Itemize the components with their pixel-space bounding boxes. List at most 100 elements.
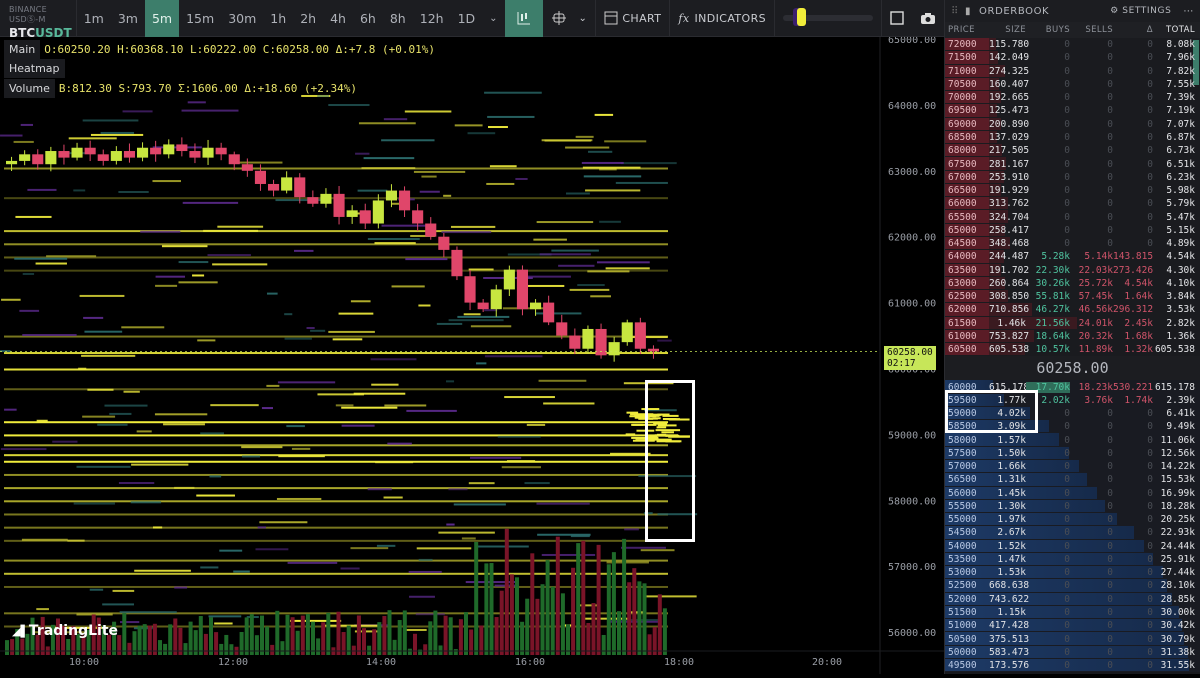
bid-row[interactable]: 52000 743.622 0 0 0 28.85k: [945, 592, 1200, 606]
volume-bar: [622, 538, 627, 655]
heatmap-segment: [515, 177, 528, 180]
ask-row[interactable]: 63000 260.864 30.26k 25.72k 4.54k 4.10k: [945, 276, 1200, 291]
bid-row[interactable]: 50500 375.513 0 0 0 30.79k: [945, 632, 1200, 646]
timeframe-30m[interactable]: 30m: [221, 0, 263, 37]
ask-row[interactable]: 65000 258.417 0 0 0 5.15k: [945, 223, 1200, 237]
column-header-5[interactable]: TOTAL: [1153, 25, 1195, 35]
delta-cell: 0: [1147, 567, 1153, 579]
heatmap-segment: [118, 481, 155, 484]
ask-row[interactable]: 69000 200.890 0 0 0 7.07k: [945, 117, 1200, 131]
bid-row[interactable]: 53000 1.53k 0 0 0 27.44k: [945, 566, 1200, 580]
timeframe-1m[interactable]: 1m: [77, 0, 111, 37]
timeframe-4h[interactable]: 4h: [323, 0, 353, 37]
ask-row[interactable]: 68000 217.505 0 0 0 6.73k: [945, 144, 1200, 158]
ask-row[interactable]: 66000 313.762 0 0 0 5.79k: [945, 197, 1200, 211]
ask-row[interactable]: 68500 137.029 0 0 0 6.87k: [945, 130, 1200, 145]
timeframe-1D[interactable]: 1D: [451, 0, 483, 37]
price-cell: 66500: [948, 185, 977, 197]
ask-row[interactable]: 71500 142.049 0 0 0 7.96k: [945, 51, 1200, 65]
heatmap-legend-label[interactable]: Heatmap: [4, 59, 65, 78]
timeframe-8h[interactable]: 8h: [383, 0, 413, 37]
chart-button[interactable]: CHART: [595, 0, 669, 37]
timeframe-3m[interactable]: 3m: [111, 0, 145, 37]
bid-row[interactable]: 51500 1.15k 0 0 0 30.00k: [945, 605, 1200, 620]
candles-chart-type-button[interactable]: [504, 0, 543, 37]
timeframe-1h[interactable]: 1h: [263, 0, 293, 37]
layers-button[interactable]: ⌄: [543, 0, 596, 37]
chart-area[interactable]: 65000.00 64000.00 63000.00 62000.00 61000.00…: [0, 35, 944, 674]
price-tick: 59000.00: [888, 430, 936, 441]
column-header-2[interactable]: BUYS: [1026, 25, 1070, 35]
ask-row[interactable]: 64000 244.487 5.28k 5.14k 143.815 4.54k: [945, 250, 1200, 264]
volume-legend-label[interactable]: Volume: [4, 79, 55, 98]
heatmap-segment: [367, 488, 392, 491]
settings-button[interactable]: ⚙ SETTINGS: [1110, 6, 1171, 16]
slider-handle[interactable]: [797, 8, 806, 26]
ask-row[interactable]: 60500 605.538 10.57k 11.89k 1.32k 605.538: [945, 343, 1200, 357]
column-header-1[interactable]: SIZE: [989, 25, 1026, 35]
ask-row[interactable]: 63500 191.702 22.30k 22.03k 273.426 4.30k: [945, 263, 1200, 277]
timeframe-12h[interactable]: 12h: [413, 0, 451, 37]
bid-row[interactable]: 53500 1.47k 0 0 0 25.91k: [945, 552, 1200, 567]
heatmap-segment: [82, 415, 116, 418]
bid-row[interactable]: 54000 1.52k 0 0 0 24.44k: [945, 539, 1200, 553]
bid-row[interactable]: 58000 1.57k 0 0 0 11.06k: [945, 433, 1200, 447]
column-header-4[interactable]: Δ: [1113, 25, 1153, 35]
price-cell: 58000: [948, 434, 977, 446]
bid-row[interactable]: 56000 1.45k 0 0 0 16.99k: [945, 486, 1200, 500]
ask-row[interactable]: 70500 160.407 0 0 0 7.55k: [945, 77, 1200, 92]
heatmap-segment: [209, 475, 222, 478]
bid-row[interactable]: 52500 668.638 0 0 0 28.10k: [945, 579, 1200, 593]
volume-bar: [438, 645, 443, 655]
layers-chevron-icon[interactable]: ⌄: [579, 13, 588, 24]
ask-row[interactable]: 62500 308.850 55.81k 57.45k 1.64k 3.84k: [945, 290, 1200, 304]
main-legend-label[interactable]: Main: [4, 40, 41, 59]
ask-row[interactable]: 67500 281.167 0 0 0 6.51k: [945, 157, 1200, 171]
heatmap-segment: [134, 569, 191, 572]
bid-row[interactable]: 56500 1.31k 0 0 0 15.53k: [945, 473, 1200, 487]
drag-handle-icon[interactable]: ⠿: [951, 6, 959, 17]
indicators-button[interactable]: fx INDICATORS: [669, 0, 774, 37]
column-header-0[interactable]: PRICE: [945, 25, 989, 35]
bid-row[interactable]: 54500 2.67k 0 0 0 22.93k: [945, 526, 1200, 540]
bid-row[interactable]: 57000 1.66k 0 0 0 14.22k: [945, 459, 1200, 474]
heatmap-intensity-slider[interactable]: [774, 0, 881, 37]
volume-bar: [586, 623, 591, 655]
size-cell: 142.049: [989, 52, 1030, 64]
fullscreen-button[interactable]: [881, 0, 912, 37]
ask-row[interactable]: 65500 324.704 0 0 0 5.47k: [945, 210, 1200, 224]
ask-row[interactable]: 61000 753.827 18.64k 20.32k 1.68k 1.36k: [945, 329, 1200, 344]
ask-row[interactable]: 69500 125.473 0 0 0 7.19k: [945, 104, 1200, 118]
volume-bar: [576, 543, 581, 655]
bid-row[interactable]: 51000 417.428 0 0 0 30.42k: [945, 619, 1200, 633]
column-header-3[interactable]: SELLS: [1070, 25, 1113, 35]
ask-row[interactable]: 70000 192.665 0 0 0 7.39k: [945, 91, 1200, 105]
symbol-selector[interactable]: BINANCE USDⓈ-M BTCUSDT: [0, 0, 77, 40]
ask-row[interactable]: 64500 348.468 0 0 0 4.89k: [945, 236, 1200, 251]
buys-cell: 0: [1064, 171, 1070, 183]
ask-row[interactable]: 62000 710.856 46.27k 46.56k 296.312 3.53k: [945, 303, 1200, 317]
timeframe-15m[interactable]: 15m: [179, 0, 221, 37]
timeframe-dropdown-chevron-icon[interactable]: ⌄: [482, 0, 504, 37]
total-cell: 31.55k: [1160, 660, 1195, 672]
size-cell: 160.407: [989, 78, 1030, 90]
ask-row[interactable]: 67000 253.910 0 0 0 6.23k: [945, 170, 1200, 184]
ask-row[interactable]: 61500 1.46k 21.56k 24.01k 2.45k 2.82k: [945, 316, 1200, 330]
bid-row[interactable]: 55500 1.30k 0 0 0 18.28k: [945, 499, 1200, 514]
heatmap-chart[interactable]: 65000.00 64000.00 63000.00 62000.00 61000.00…: [0, 35, 944, 674]
price-cell: 50500: [948, 633, 977, 645]
bid-row[interactable]: 50000 583.473 0 0 0 31.38k: [945, 645, 1200, 659]
ask-row[interactable]: 71000 274.325 0 0 0 7.82k: [945, 64, 1200, 78]
timeframe-2h[interactable]: 2h: [293, 0, 323, 37]
bid-row[interactable]: 55000 1.97k 0 0 0 20.25k: [945, 513, 1200, 527]
heatmap-segment: [363, 157, 415, 160]
bid-row[interactable]: 57500 1.50k 0 0 0 12.56k: [945, 446, 1200, 460]
ask-row[interactable]: 66500 191.929 0 0 0 5.98k: [945, 183, 1200, 198]
screenshot-button[interactable]: [912, 0, 944, 37]
volume-bar: [224, 634, 229, 655]
more-options-icon[interactable]: ⋯: [1183, 6, 1194, 17]
timeframe-6h[interactable]: 6h: [353, 0, 383, 37]
ask-row[interactable]: 72000 115.780 0 0 0 8.08k: [945, 38, 1200, 52]
timeframe-5m[interactable]: 5m: [144, 0, 180, 37]
bid-row[interactable]: 49500 173.576 0 0 0 31.55k: [945, 658, 1200, 673]
